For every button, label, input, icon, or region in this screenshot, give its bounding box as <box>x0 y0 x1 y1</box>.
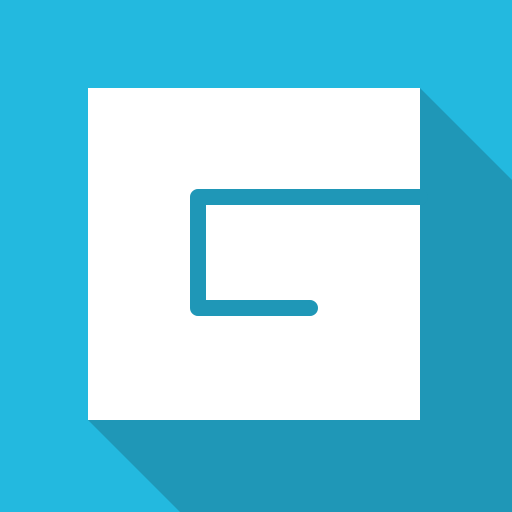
app-icon <box>0 0 512 512</box>
logo-tile <box>88 88 420 420</box>
app-logo-icon <box>0 0 512 512</box>
